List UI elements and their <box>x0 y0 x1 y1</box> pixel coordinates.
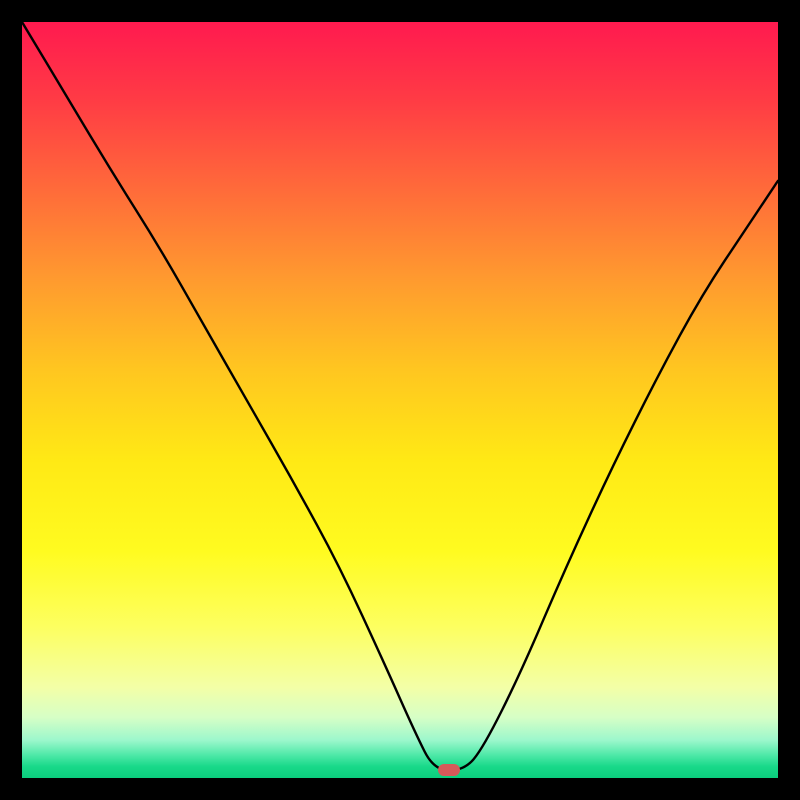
bottleneck-curve <box>22 22 778 778</box>
minimum-marker <box>438 764 460 776</box>
plot-area <box>22 22 778 778</box>
